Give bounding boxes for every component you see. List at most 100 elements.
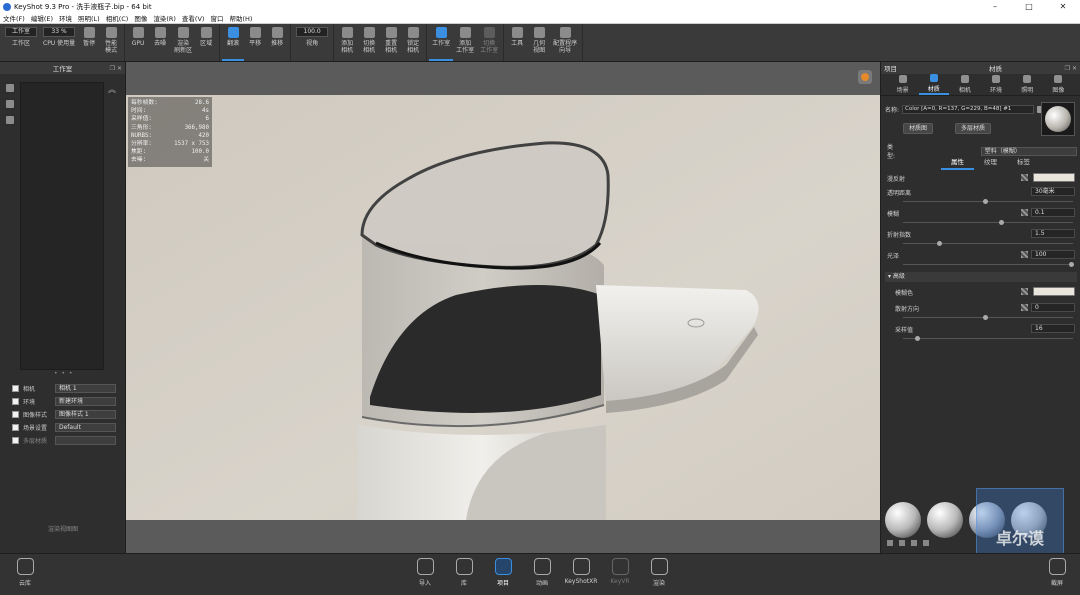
workspace-button[interactable]: 工作室 工作区: [2, 24, 40, 61]
slider-track[interactable]: [903, 222, 1073, 223]
workspace-select[interactable]: 工作室: [5, 27, 37, 37]
camera-select[interactable]: 相机 1: [55, 384, 116, 393]
gear-icon[interactable]: [6, 116, 14, 124]
search-icon[interactable]: [923, 540, 929, 546]
render-view[interactable]: 每秒帧数: 28.6 时间: 4s 采样值: 6 三角形: 366,980 NURBS:…: [126, 95, 880, 520]
material-thumbnail[interactable]: [885, 502, 921, 538]
tile-view-icon[interactable]: [911, 540, 917, 546]
duplicate-icon[interactable]: [6, 84, 14, 92]
reset-camera-button[interactable]: 重置 相机: [380, 24, 402, 61]
dolly-button[interactable]: 推移: [266, 24, 288, 61]
transparency-distance-input[interactable]: 30毫米: [1031, 187, 1075, 196]
panel-window-controls[interactable]: ❐ ✕: [110, 65, 122, 72]
performance-mode-button[interactable]: 性能 模式: [100, 24, 122, 61]
tab-environment[interactable]: 环境: [981, 74, 1011, 95]
gloss-input[interactable]: 100: [1031, 250, 1075, 259]
menu-lighting[interactable]: 照明(L): [75, 13, 103, 23]
tab-material[interactable]: 材质: [918, 74, 949, 95]
scatter-direction-input[interactable]: 0: [1031, 303, 1075, 312]
menu-edit[interactable]: 编辑(E): [28, 13, 56, 23]
menu-view[interactable]: 查看(V): [179, 13, 208, 23]
tab-lighting[interactable]: 照明: [1012, 74, 1042, 95]
config-wizard-button[interactable]: 配置程序 向导: [550, 24, 580, 61]
slider-handle[interactable]: [915, 336, 920, 341]
material-thumbnail[interactable]: [927, 502, 963, 538]
tab-image[interactable]: 图像: [1043, 74, 1073, 95]
refraction-index-input[interactable]: 1.5: [1031, 229, 1075, 238]
menu-file[interactable]: 文件(F): [0, 13, 28, 23]
material-graph-button[interactable]: 材质图: [903, 123, 934, 134]
menu-help[interactable]: 帮助(H): [226, 13, 255, 23]
lock-camera-button[interactable]: 锁定 相机: [402, 24, 424, 61]
diffuse-color-swatch[interactable]: [1033, 173, 1075, 182]
tab-scene[interactable]: 场景: [888, 74, 918, 95]
close-button[interactable]: ✕: [1046, 2, 1080, 11]
pan-button[interactable]: 平移: [244, 24, 266, 61]
minimize-button[interactable]: –: [978, 2, 1012, 11]
environment-select[interactable]: 新建环境: [55, 397, 116, 406]
view-angle-button[interactable]: 100.0 视角: [293, 24, 331, 61]
roughness-input[interactable]: 0.1: [1031, 208, 1075, 217]
region-button[interactable]: 区域: [195, 24, 217, 61]
render-region-button[interactable]: 渲染 刷新区: [171, 24, 195, 61]
studio-button[interactable]: 工作室: [429, 24, 454, 61]
slider-handle[interactable]: [983, 315, 988, 320]
scene-setting-select[interactable]: Default: [55, 423, 116, 432]
maximize-button[interactable]: □: [1012, 2, 1046, 11]
image-style-checkbox[interactable]: [12, 411, 19, 418]
chevron-up-icon[interactable]: ︽: [108, 84, 116, 95]
tab-properties[interactable]: 属性: [941, 156, 974, 170]
tab-textures[interactable]: 纹理: [974, 156, 1007, 170]
keyvr-button[interactable]: KeyVR: [605, 558, 635, 585]
texture-icon[interactable]: [1021, 174, 1028, 181]
image-style-select[interactable]: 图像样式 1: [55, 410, 116, 419]
gpu-button[interactable]: GPU: [127, 24, 149, 61]
geometry-view-button[interactable]: 几何 视图: [528, 24, 550, 61]
render-button[interactable]: 渲染: [644, 558, 674, 587]
material-name-input[interactable]: Color [A=0, R=137, G=229, B=48] #1: [902, 105, 1035, 114]
add-camera-button[interactable]: 添加 相机: [336, 24, 358, 61]
slider-handle[interactable]: [983, 199, 988, 204]
real-time-viewport[interactable]: 每秒帧数: 28.6 时间: 4s 采样值: 6 三角形: 366,980 NURBS:…: [126, 62, 880, 553]
delete-icon[interactable]: [6, 100, 14, 108]
material-type-select[interactable]: 塑料（模糊）: [980, 146, 1077, 156]
material-preview[interactable]: [1041, 102, 1075, 136]
menu-environment[interactable]: 环境: [56, 13, 75, 23]
render-mode-icon[interactable]: [858, 70, 872, 84]
texture-icon[interactable]: [1021, 251, 1028, 258]
denoise-button[interactable]: 去噪: [149, 24, 171, 61]
switch-camera-button[interactable]: 切换 相机: [358, 24, 380, 61]
slider-track[interactable]: [903, 338, 1073, 339]
multilayer-material-button[interactable]: 多层材质: [955, 123, 992, 134]
import-button[interactable]: 导入: [410, 558, 440, 587]
blur-color-swatch[interactable]: [1033, 287, 1075, 296]
panel-resize-handle[interactable]: • • •: [54, 370, 73, 377]
environment-checkbox[interactable]: [12, 398, 19, 405]
multilayer-select[interactable]: [55, 436, 116, 445]
animation-button[interactable]: 动画: [527, 558, 557, 587]
multilayer-checkbox[interactable]: [12, 437, 19, 444]
advanced-section-header[interactable]: ▾ 高级: [885, 272, 1077, 282]
samples-input[interactable]: 16: [1031, 324, 1075, 333]
slider-track[interactable]: [903, 243, 1073, 244]
switch-studio-button[interactable]: 切换 工作室: [477, 24, 501, 61]
texture-icon[interactable]: [1021, 288, 1028, 295]
screenshot-button[interactable]: 截屏: [1042, 558, 1072, 587]
tumble-button[interactable]: 翻滚: [222, 24, 245, 61]
slider-track[interactable]: [903, 317, 1073, 318]
slider-track[interactable]: [903, 201, 1073, 202]
slider-track[interactable]: [903, 264, 1073, 265]
cpu-usage-field[interactable]: 33 %: [43, 27, 76, 37]
pause-button[interactable]: 暂停: [78, 24, 100, 61]
project-button[interactable]: 项目: [488, 558, 518, 587]
list-view-icon[interactable]: [887, 540, 893, 546]
tab-labels[interactable]: 标签: [1007, 156, 1040, 170]
tab-camera[interactable]: 相机: [950, 74, 980, 95]
focal-length-field[interactable]: 100.0: [296, 27, 329, 37]
menu-render[interactable]: 渲染(R): [150, 13, 179, 23]
studio-list[interactable]: [20, 82, 104, 370]
texture-icon[interactable]: [1021, 209, 1028, 216]
cloud-library-button[interactable]: 云库: [10, 558, 40, 587]
cpu-usage-button[interactable]: 33 % CPU 使用量: [40, 24, 78, 61]
add-studio-button[interactable]: 添加 工作室: [453, 24, 477, 61]
